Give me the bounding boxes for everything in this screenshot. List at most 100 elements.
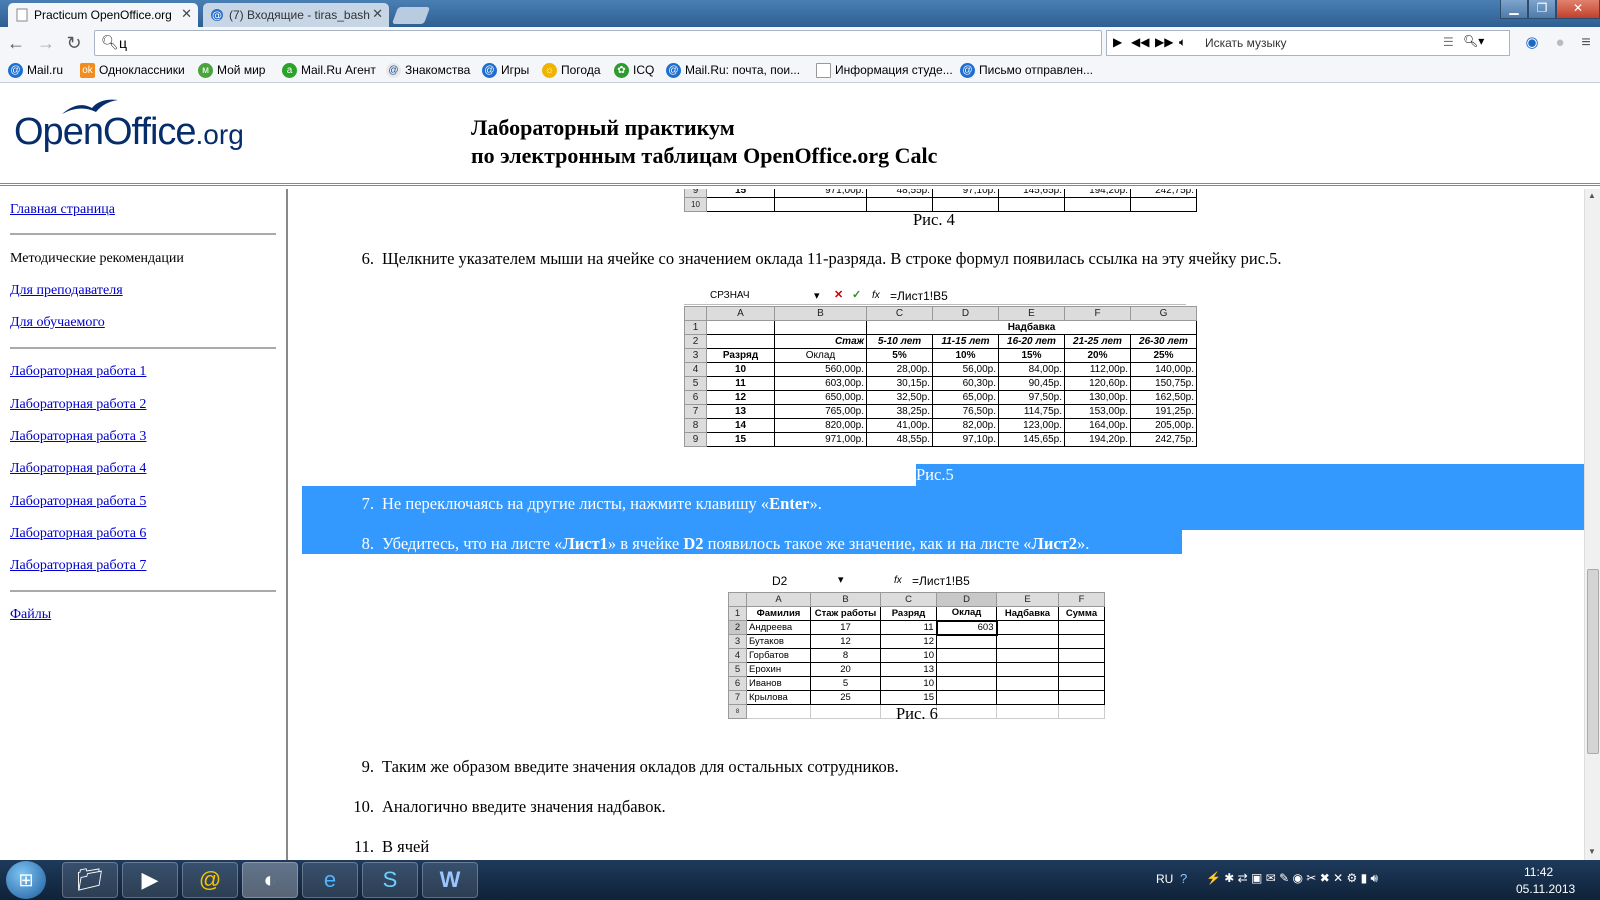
tab-label: Practicum OpenOffice.org	[34, 8, 172, 22]
function-icon[interactable]: fx	[872, 290, 880, 301]
browser-titlebar: Practicum OpenOffice.org ✕ @ (7) Входящи…	[0, 0, 1600, 27]
bookmark-mailru[interactable]: @ Mail.ru	[8, 63, 63, 78]
sidebar-link-lab7[interactable]: Лабораторная работа 7	[10, 558, 146, 574]
start-button[interactable]: ⊞	[6, 861, 46, 899]
close-tab-icon[interactable]: ✕	[372, 6, 383, 22]
help-icon[interactable]: ?	[1180, 871, 1187, 886]
bookmark-odnoklassniki[interactable]: ok Одноклассники	[80, 63, 185, 78]
fig6-caption: Рис. 6	[896, 704, 938, 723]
sidebar-link-lab6[interactable]: Лабораторная работа 6	[10, 526, 146, 542]
text-selection	[916, 464, 1584, 486]
sidebar-link-lab2[interactable]: Лабораторная работа 2	[10, 397, 146, 413]
menu-icon[interactable]: ☰	[1443, 35, 1454, 49]
step-11: 11. В ячей	[353, 837, 430, 856]
step-10: 10. Аналогично введите значения надбавок.	[353, 797, 666, 816]
media-player-taskbar-icon[interactable]: ▶	[122, 862, 178, 898]
fig6-spreadsheet: A B C D E F 1 Фамилия Стаж работы Разряд О…	[728, 592, 1105, 719]
close-window-button[interactable]: ✕	[1556, 0, 1600, 19]
fig5-spreadsheet: A B C D E F G 1 Надбавка 2 Стаж 5-10 лет…	[684, 306, 1197, 447]
mail-agent-icon[interactable]: ◉	[1520, 31, 1544, 55]
accept-icon[interactable]: ✓	[852, 288, 861, 301]
back-icon[interactable]: ←	[4, 31, 28, 55]
svg-text:@: @	[212, 11, 222, 22]
sidebar-link-lab5[interactable]: Лабораторная работа 5	[10, 494, 146, 510]
close-tab-icon[interactable]: ✕	[181, 6, 192, 22]
function-icon[interactable]: fx	[894, 575, 902, 586]
formula-text[interactable]: =Лист1!B5	[912, 574, 970, 588]
page-icon	[16, 8, 28, 22]
bookmark-informaciya[interactable]: Информация студе...	[816, 63, 953, 78]
main-content: 9 15 971,00р. 48,55р. 97,10р. 145,65р. 1…	[290, 189, 1584, 860]
sidebar-heading-methodic: Методические рекомендации	[10, 251, 184, 266]
fig5-caption: Рис.5	[916, 465, 954, 484]
search-dropdown-icon[interactable]: 🔍︎▾	[1463, 34, 1484, 48]
settings-menu-icon[interactable]: ≡	[1574, 31, 1598, 55]
fig4-table-remnant: 9 15 971,00р. 48,55р. 97,10р. 145,65р. 1…	[684, 189, 1197, 212]
language-indicator[interactable]: RU	[1156, 872, 1173, 886]
bookmark-agent[interactable]: a Mail.Ru Агент	[282, 63, 376, 78]
namebox[interactable]: СРЗНАЧ	[710, 290, 750, 301]
new-tab-button[interactable]	[391, 7, 431, 24]
tab-inbox[interactable]: @ (7) Входящие - tiras_bash ✕	[203, 3, 389, 27]
sidebar-link-files[interactable]: Файлы	[10, 607, 51, 623]
fig6-formula-bar: D2 ▾ fx =Лист1!B5	[728, 572, 1114, 590]
openoffice-logo: OpenOffice.org	[14, 111, 244, 153]
music-search-placeholder: Искать музыку	[1205, 36, 1287, 50]
play-icon[interactable]: ▶	[1113, 35, 1122, 49]
volume-icon[interactable]: 🔈︎	[1179, 35, 1186, 50]
page-header: OpenOffice.org Лабораторный практикум по…	[0, 84, 1600, 186]
explorer-taskbar-icon[interactable]: 📁︎	[62, 862, 118, 898]
step-7: 7. Не переключаясь на другие листы, нажми…	[361, 494, 822, 513]
mail-agent-taskbar-icon[interactable]: @	[182, 862, 238, 898]
sidebar-link-lab4[interactable]: Лабораторная работа 4	[10, 461, 146, 477]
clock-date[interactable]: 05.11.2013	[1516, 882, 1575, 896]
sidebar-link-lab3[interactable]: Лабораторная работа 3	[10, 429, 146, 445]
cancel-icon[interactable]: ✕	[834, 288, 843, 301]
divider	[10, 347, 276, 349]
browser-taskbar-icon[interactable]: ◐	[242, 862, 298, 898]
step-9: 9. Таким же образом введите значения окла…	[361, 757, 899, 776]
sidebar-link-home[interactable]: Главная страница	[10, 202, 115, 218]
active-cell-d2: 603	[935, 619, 998, 636]
sidebar-link-lab1[interactable]: Лабораторная работа 1	[10, 364, 146, 380]
namebox[interactable]: D2	[772, 574, 787, 588]
scroll-up-icon[interactable]: ▲	[1588, 191, 1596, 200]
minimize-button[interactable]: ▁	[1500, 0, 1528, 19]
forward-icon[interactable]: →	[34, 31, 58, 55]
maximize-button[interactable]: ❐	[1528, 0, 1556, 19]
formula-text[interactable]: =Лист1!B5	[890, 289, 948, 303]
scroll-down-icon[interactable]: ▼	[1588, 847, 1596, 856]
sidebar-nav: Главная страница Методические рекомендац…	[0, 189, 288, 860]
step-8: 8. Убедитесь, что на листе «Лист1» в ячей…	[361, 534, 1090, 553]
word-taskbar-icon[interactable]: W	[422, 862, 478, 898]
fast-forward-icon[interactable]: ▶▶	[1155, 35, 1173, 49]
bookmark-pogoda[interactable]: ☼ Погода	[542, 63, 601, 78]
address-text: ц	[119, 35, 128, 51]
bookmark-moy-mir[interactable]: м Мой мир	[198, 63, 265, 78]
skype-taskbar-icon[interactable]: S	[362, 862, 418, 898]
address-bar[interactable]: 🔍︎ ц	[94, 30, 1102, 56]
sidebar-link-teacher[interactable]: Для преподавателя	[10, 283, 123, 299]
scrollbar-thumb[interactable]	[1587, 569, 1599, 754]
fig4-caption: Рис. 4	[913, 210, 955, 229]
bookmark-mailru-pochta[interactable]: @ Mail.Ru: почта, пои...	[666, 63, 800, 78]
bookmark-igry[interactable]: @ Игры	[482, 63, 529, 78]
windows-taskbar: ⊞ 📁︎ ▶ @ ◐ e S W RU ? ⚡ ✱ ⇄ ▣ ✉ ✎ ◉ ✂ ✖ …	[0, 860, 1600, 900]
bookmark-icq[interactable]: ✿ ICQ	[614, 63, 654, 78]
music-search-box[interactable]: ▶ ◀◀ ▶▶ 🔈︎ Искать музыку ☰ 🔍︎▾	[1106, 30, 1510, 56]
chevron-down-icon[interactable]: ▾	[814, 289, 820, 302]
internet-explorer-taskbar-icon[interactable]: e	[302, 862, 358, 898]
vertical-scrollbar[interactable]: ▲ ▼	[1584, 189, 1600, 860]
bookmark-pismo[interactable]: @ Письмо отправлен...	[960, 63, 1093, 78]
reload-icon[interactable]: ↻	[62, 31, 86, 55]
bookmark-znakomstva[interactable]: @ Знакомства	[386, 63, 470, 78]
sidebar-link-student[interactable]: Для обучаемого	[10, 315, 105, 331]
status-icon[interactable]: ●	[1548, 31, 1572, 55]
rewind-icon[interactable]: ◀◀	[1131, 35, 1149, 49]
search-icon: 🔍︎	[101, 34, 119, 50]
clock-time[interactable]: 11:42	[1524, 865, 1553, 879]
tray-icons[interactable]: ⚡ ✱ ⇄ ▣ ✉ ✎ ◉ ✂ ✖ ✕ ⚙ ▮ 🔊︎	[1206, 871, 1378, 886]
tab-practicum[interactable]: Practicum OpenOffice.org ✕	[8, 3, 198, 27]
chevron-down-icon[interactable]: ▾	[838, 573, 844, 586]
step-6: 6. Щелкните указателем мыши на ячейке со …	[361, 249, 1282, 268]
